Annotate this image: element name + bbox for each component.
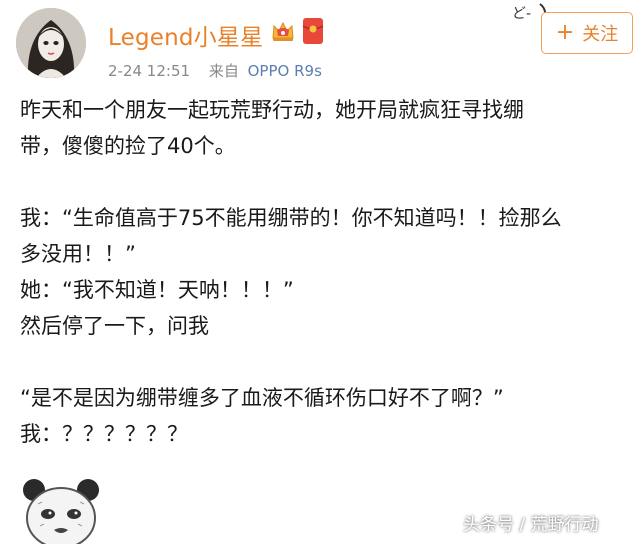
post-body: 昨天和一个朋友一起玩荒野行动，她开局就疯狂寻找绷 带，傻傻的捡了40个。 我：“… xyxy=(20,92,630,452)
svg-text:ど-: ど- xyxy=(512,6,531,22)
crown-badge-icon[interactable] xyxy=(270,18,296,44)
plus-icon: + xyxy=(555,20,575,45)
panda-meme-image[interactable] xyxy=(18,474,104,544)
post-line: 然后停了一下，问我 xyxy=(20,314,209,338)
follow-button[interactable]: + 关注 xyxy=(541,12,633,54)
post-meta: 2-24 12:51 来自 OPPO R9s xyxy=(108,60,322,81)
weibo-post-page: ど- Legend小星星 2-24 12:51 来自 OPPO R9s + 关注… xyxy=(0,0,640,544)
username[interactable]: Legend小星星 xyxy=(108,18,263,52)
post-line: 我：？？？？？？ xyxy=(20,422,188,446)
post-line: 她：“我不知道！天呐！！！” xyxy=(20,278,294,302)
post-line: “是不是因为绷带缠多了血液不循环伤口好不了啊？” xyxy=(20,386,504,410)
post-time: 2-24 12:51 xyxy=(108,62,191,80)
watermark: 头条号 / 荒野行动 xyxy=(463,515,599,535)
post-line: 昨天和一个朋友一起玩荒野行动，她开局就疯狂寻找绷 xyxy=(20,98,524,122)
device-link[interactable]: OPPO R9s xyxy=(248,62,322,80)
avatar[interactable] xyxy=(16,8,86,78)
follow-label: 关注 xyxy=(582,24,619,45)
post-line: 带，傻傻的捡了40个。 xyxy=(20,134,236,158)
source-label: 来自 xyxy=(208,62,239,80)
red-packet-icon[interactable] xyxy=(302,17,324,45)
post-line: 我：“生命值高于75不能用绷带的！你不知道吗！！捡那么 xyxy=(20,206,562,230)
post-line: 多没用！！” xyxy=(20,242,136,266)
